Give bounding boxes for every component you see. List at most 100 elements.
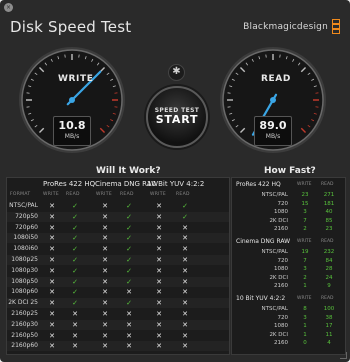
how-fast-row: NTSC/PAL 8 100	[232, 305, 345, 313]
check-icon: ✓	[126, 234, 132, 243]
cross-icon: ✕	[49, 212, 55, 221]
format-label: 2160p60	[11, 342, 38, 350]
cross-icon: ✕	[156, 202, 162, 210]
cross-icon: ✕	[102, 288, 108, 297]
resolution-label: 2K DCI	[269, 331, 288, 338]
how-fast-row: 720 3 38	[232, 314, 345, 322]
write-column-header: WRITE	[297, 239, 312, 244]
table-row: 1080p50 ✕ ✓ ✕ ✓ ✕ ✕	[7, 276, 229, 287]
read-fps-value: 9	[327, 283, 331, 290]
read-column-header: READ	[321, 239, 334, 244]
cross-icon: ✕	[182, 342, 188, 351]
cross-icon: ✕	[156, 256, 162, 264]
how-fast-row: NTSC/PAL 19 232	[232, 248, 345, 256]
cross-icon: ✕	[182, 223, 188, 232]
resolution-label: 720	[277, 314, 289, 321]
write-column-header: WRITE	[297, 296, 312, 301]
cross-icon: ✕	[102, 266, 108, 275]
write-gauge-label: WRITE	[58, 74, 94, 84]
check-icon: ✓	[126, 212, 132, 221]
close-icon[interactable]: ×	[4, 3, 13, 12]
read-gauge-label: READ	[261, 74, 291, 84]
write-gauge: WRITE 10.8 MB/s	[18, 46, 126, 154]
cross-icon: ✕	[126, 310, 132, 318]
app-title: Disk Speed Test	[10, 18, 132, 36]
read-speed-value: 89.0	[259, 119, 287, 132]
check-icon: ✓	[182, 202, 188, 210]
table-row: 720p60 ✕ ✓ ✕ ✓ ✕ ✕	[7, 223, 229, 233]
speed-test-start-button[interactable]: SPEED TEST START	[146, 86, 208, 148]
how-fast-table: ProRes 422 HQ WRITE READ NTSC/PAL 23 271 720 15…	[231, 177, 346, 355]
resolution-label: 1080	[274, 323, 288, 330]
format-label: 2160p25	[11, 310, 38, 317]
resolution-label: 2K DCI	[269, 274, 288, 281]
cross-icon: ✕	[49, 202, 55, 210]
read-fps-value: 232	[323, 249, 335, 255]
cross-icon: ✕	[156, 310, 162, 318]
cross-icon: ✕	[49, 245, 55, 254]
cross-icon: ✕	[156, 223, 162, 232]
check-icon: ✓	[72, 202, 78, 210]
table-row: 1080i50 ✕ ✓ ✕ ✓ ✕ ✕	[7, 233, 229, 244]
cross-icon: ✕	[49, 266, 55, 275]
write-fps-value: 23	[301, 192, 309, 198]
resolution-label: 1080	[274, 209, 288, 216]
read-fps-value: 40	[325, 209, 333, 216]
resolution-label: 2160	[274, 226, 288, 233]
resize-handle[interactable]	[340, 352, 347, 359]
cross-icon: ✕	[102, 299, 108, 308]
cross-icon: ✕	[182, 234, 188, 243]
format-label: 1080i60	[13, 245, 38, 253]
format-label: 1080p60	[11, 288, 38, 296]
cross-icon: ✕	[182, 310, 188, 318]
cross-icon: ✕	[156, 320, 162, 329]
how-fast-row: 1080 3 40	[232, 208, 345, 216]
cross-icon: ✕	[156, 299, 162, 308]
cross-icon: ✕	[156, 245, 162, 254]
check-icon: ✓	[72, 212, 78, 221]
write-fps-value: 7	[303, 257, 307, 264]
read-fps-value: 38	[325, 314, 333, 321]
cross-icon: ✕	[72, 320, 78, 329]
check-icon: ✓	[72, 266, 78, 275]
column-subheader: READ	[120, 192, 134, 197]
cross-icon: ✕	[156, 234, 162, 243]
cross-icon: ✕	[156, 342, 162, 351]
format-group-header: ProRes 422 HQ	[43, 180, 96, 188]
write-fps-value: 2	[303, 274, 307, 281]
column-subheader: WRITE	[43, 192, 59, 197]
column-subheader: WRITE	[96, 192, 112, 197]
read-fps-value: 181	[323, 200, 335, 207]
read-speed-unit: MB/s	[265, 133, 281, 140]
check-icon: ✓	[126, 277, 132, 286]
cross-icon: ✕	[49, 288, 55, 297]
resolution-label: NTSC/PAL	[261, 192, 288, 198]
cross-icon: ✕	[182, 266, 188, 275]
table-row: 1080p30 ✕ ✓ ✕ ✓ ✕ ✕	[7, 266, 229, 276]
cross-icon: ✕	[156, 266, 162, 275]
table-row: NTSC/PAL ✕ ✓ ✕ ✓ ✕ ✓	[7, 201, 229, 211]
cross-icon: ✕	[156, 288, 162, 297]
cross-icon: ✕	[102, 331, 108, 340]
cross-icon: ✕	[156, 212, 162, 221]
cross-icon: ✕	[49, 277, 55, 286]
how-fast-row: 2K DCI 7 85	[232, 217, 345, 225]
cross-icon: ✕	[49, 234, 55, 243]
write-fps-value: 19	[301, 249, 309, 255]
table-row: 2160p25 ✕ ✕ ✕ ✕ ✕ ✕	[7, 309, 229, 319]
cross-icon: ✕	[182, 277, 188, 286]
settings-gear-icon[interactable]: ✱	[168, 64, 185, 81]
read-fps-value: 84	[325, 257, 333, 264]
check-icon: ✓	[72, 223, 78, 232]
resolution-label: NTSC/PAL	[261, 249, 288, 255]
write-fps-value: 2	[303, 226, 307, 233]
cross-icon: ✕	[156, 277, 162, 286]
write-fps-value: 8	[303, 306, 307, 312]
read-gauge: READ 89.0 MB/s	[219, 46, 327, 154]
read-fps-value: 23	[325, 226, 333, 233]
check-icon: ✓	[126, 245, 132, 254]
how-fast-row: 2160 2 23	[232, 225, 345, 233]
format-label: 2160p50	[11, 331, 38, 339]
write-speed-unit: MB/s	[64, 133, 80, 140]
format-label: 1080p50	[11, 277, 38, 285]
